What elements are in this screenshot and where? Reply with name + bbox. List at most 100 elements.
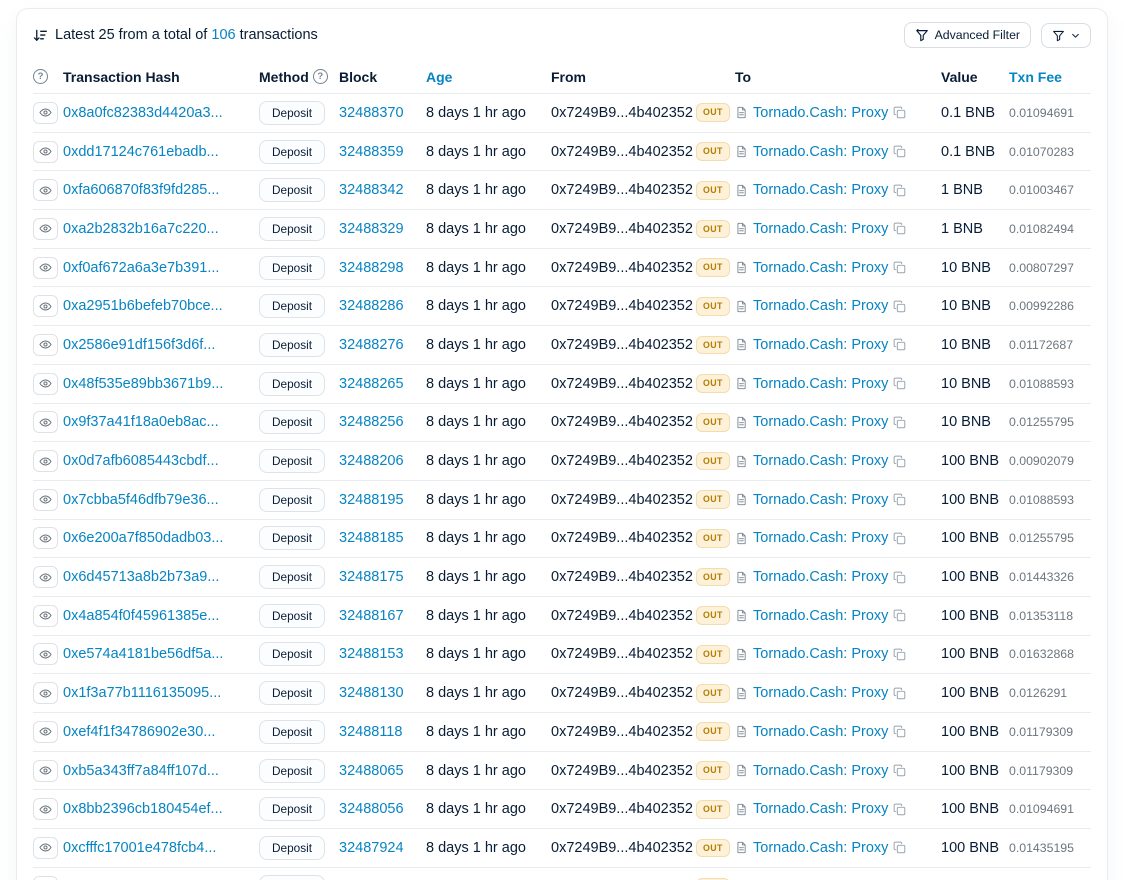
preview-eye-button[interactable] [33, 373, 58, 395]
to-address-link[interactable]: Tornado.Cash: Proxy [753, 105, 888, 121]
copy-icon[interactable] [893, 532, 906, 545]
copy-icon[interactable] [893, 145, 906, 158]
copy-icon[interactable] [893, 687, 906, 700]
block-link[interactable]: 32488065 [339, 763, 404, 779]
tx-hash-link[interactable]: 0x6d45713a8b2b73a9... [63, 569, 219, 585]
tx-hash-link[interactable]: 0x0d7afb6085443cbdf... [63, 453, 219, 469]
copy-icon[interactable] [893, 725, 906, 738]
method-badge[interactable]: Deposit [259, 410, 325, 434]
from-address-link[interactable]: 0x7249B9...4b402352 [551, 608, 693, 624]
help-icon[interactable]: ? [313, 69, 328, 84]
block-link[interactable]: 32488195 [339, 492, 404, 508]
copy-icon[interactable] [893, 764, 906, 777]
to-address-link[interactable]: Tornado.Cash: Proxy [753, 414, 888, 430]
preview-eye-button[interactable] [33, 450, 58, 472]
from-address-link[interactable]: 0x7249B9...4b402352 [551, 801, 693, 817]
to-address-link[interactable]: Tornado.Cash: Proxy [753, 298, 888, 314]
copy-icon[interactable] [893, 841, 906, 854]
from-address-link[interactable]: 0x7249B9...4b402352 [551, 221, 693, 237]
from-address-link[interactable]: 0x7249B9...4b402352 [551, 685, 693, 701]
block-link[interactable]: 32488342 [339, 182, 404, 198]
method-badge[interactable]: Deposit [259, 875, 325, 880]
copy-icon[interactable] [893, 222, 906, 235]
method-badge[interactable]: Deposit [259, 372, 325, 396]
block-link[interactable]: 32488118 [339, 724, 402, 740]
tx-hash-link[interactable]: 0xe574a4181be56df5a... [63, 646, 223, 662]
tx-hash-link[interactable]: 0x8a0fc82383d4420a3... [63, 105, 223, 121]
preview-eye-button[interactable] [33, 218, 58, 240]
to-address-link[interactable]: Tornado.Cash: Proxy [753, 646, 888, 662]
to-address-link[interactable]: Tornado.Cash: Proxy [753, 685, 888, 701]
block-link[interactable]: 32488167 [339, 608, 404, 624]
from-address-link[interactable]: 0x7249B9...4b402352 [551, 530, 693, 546]
preview-eye-button[interactable] [33, 527, 58, 549]
method-badge[interactable]: Deposit [259, 604, 325, 628]
block-link[interactable]: 32488256 [339, 414, 404, 430]
method-badge[interactable]: Deposit [259, 836, 325, 860]
to-address-link[interactable]: Tornado.Cash: Proxy [753, 801, 888, 817]
method-badge[interactable]: Deposit [259, 565, 325, 589]
to-address-link[interactable]: Tornado.Cash: Proxy [753, 724, 888, 740]
from-address-link[interactable]: 0x7249B9...4b402352 [551, 182, 693, 198]
tx-hash-link[interactable]: 0xa2b2832b16a7c220... [63, 221, 219, 237]
block-link[interactable]: 32488329 [339, 221, 404, 237]
preview-eye-button[interactable] [33, 605, 58, 627]
tx-hash-link[interactable]: 0xb5a343ff7a84ff107d... [63, 763, 219, 779]
block-link[interactable]: 32488359 [339, 144, 404, 160]
from-address-link[interactable]: 0x7249B9...4b402352 [551, 453, 693, 469]
copy-icon[interactable] [893, 261, 906, 274]
block-link[interactable]: 32488056 [339, 801, 404, 817]
to-address-link[interactable]: Tornado.Cash: Proxy [753, 763, 888, 779]
to-address-link[interactable]: Tornado.Cash: Proxy [753, 221, 888, 237]
tx-hash-link[interactable]: 0x4a854f0f45961385e... [63, 608, 219, 624]
copy-icon[interactable] [893, 184, 906, 197]
preview-eye-button[interactable] [33, 334, 58, 356]
tx-hash-link[interactable]: 0x9f37a41f18a0eb8ac... [63, 414, 219, 430]
to-address-link[interactable]: Tornado.Cash: Proxy [753, 144, 888, 160]
to-address-link[interactable]: Tornado.Cash: Proxy [753, 608, 888, 624]
tx-hash-link[interactable]: 0xa2951b6befeb70bce... [63, 298, 223, 314]
from-address-link[interactable]: 0x7249B9...4b402352 [551, 492, 693, 508]
copy-icon[interactable] [893, 377, 906, 390]
copy-icon[interactable] [893, 106, 906, 119]
to-address-link[interactable]: Tornado.Cash: Proxy [753, 453, 888, 469]
tx-hash-link[interactable]: 0xef4f1f34786902e30... [63, 724, 215, 740]
from-address-link[interactable]: 0x7249B9...4b402352 [551, 763, 693, 779]
from-address-link[interactable]: 0x7249B9...4b402352 [551, 337, 693, 353]
from-address-link[interactable]: 0x7249B9...4b402352 [551, 414, 693, 430]
tx-hash-link[interactable]: 0xcfffc17001e478fcb4... [63, 840, 216, 856]
method-badge[interactable]: Deposit [259, 642, 325, 666]
method-badge[interactable]: Deposit [259, 178, 325, 202]
block-link[interactable]: 32488185 [339, 530, 404, 546]
preview-eye-button[interactable] [33, 721, 58, 743]
tx-hash-link[interactable]: 0x48f535e89bb3671b9... [63, 376, 223, 392]
from-address-link[interactable]: 0x7249B9...4b402352 [551, 144, 693, 160]
block-link[interactable]: 32488130 [339, 685, 404, 701]
method-badge[interactable]: Deposit [259, 140, 325, 164]
from-address-link[interactable]: 0x7249B9...4b402352 [551, 105, 693, 121]
filter-dropdown-button[interactable] [1041, 23, 1091, 48]
from-address-link[interactable]: 0x7249B9...4b402352 [551, 646, 693, 662]
method-badge[interactable]: Deposit [259, 488, 325, 512]
preview-eye-button[interactable] [33, 141, 58, 163]
to-address-link[interactable]: Tornado.Cash: Proxy [753, 376, 888, 392]
preview-eye-button[interactable] [33, 876, 58, 880]
preview-eye-button[interactable] [33, 682, 58, 704]
copy-icon[interactable] [893, 493, 906, 506]
copy-icon[interactable] [893, 455, 906, 468]
to-address-link[interactable]: Tornado.Cash: Proxy [753, 530, 888, 546]
preview-eye-button[interactable] [33, 102, 58, 124]
from-address-link[interactable]: 0x7249B9...4b402352 [551, 298, 693, 314]
method-badge[interactable]: Deposit [259, 759, 325, 783]
help-icon[interactable]: ? [33, 69, 48, 84]
block-link[interactable]: 32488298 [339, 260, 404, 276]
block-link[interactable]: 32487924 [339, 840, 404, 856]
copy-icon[interactable] [893, 416, 906, 429]
block-link[interactable]: 32488206 [339, 453, 404, 469]
preview-eye-button[interactable] [33, 760, 58, 782]
to-address-link[interactable]: Tornado.Cash: Proxy [753, 337, 888, 353]
tx-hash-link[interactable]: 0x6e200a7f850dadb03... [63, 530, 223, 546]
preview-eye-button[interactable] [33, 411, 58, 433]
method-badge[interactable]: Deposit [259, 720, 325, 744]
block-link[interactable]: 32488276 [339, 337, 404, 353]
